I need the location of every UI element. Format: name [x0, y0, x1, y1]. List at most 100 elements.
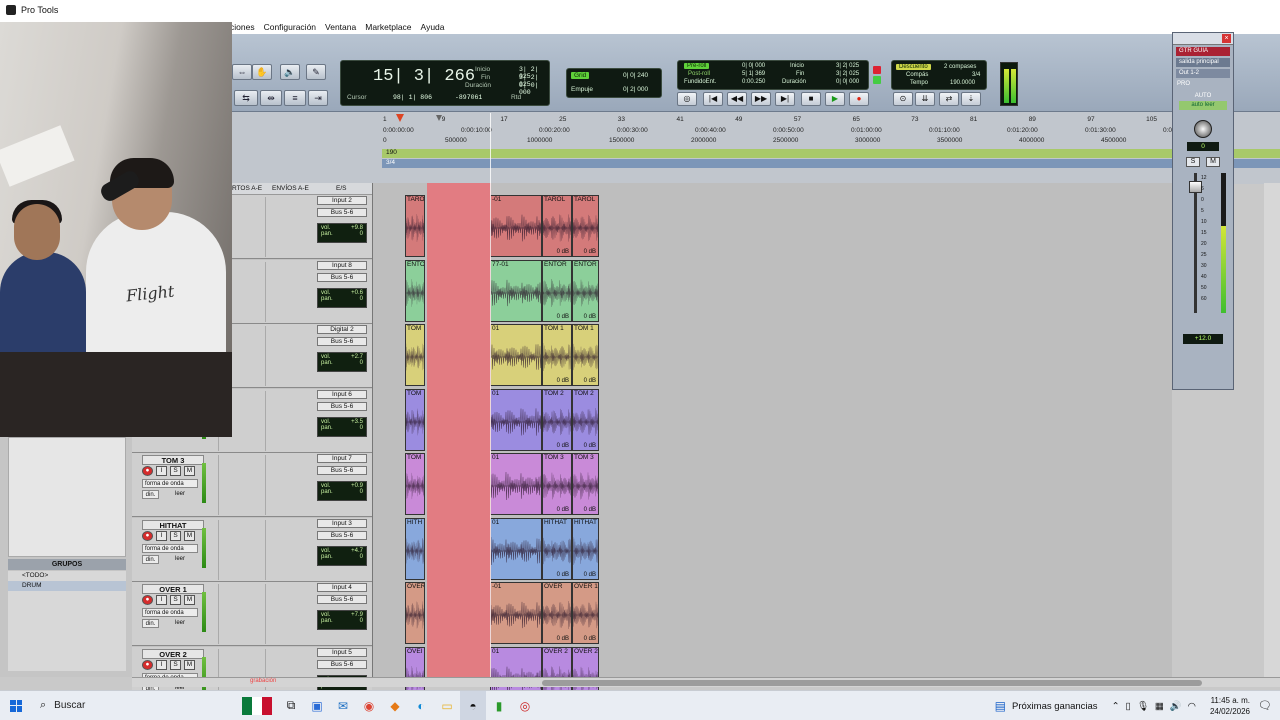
track-playlist[interactable]: HITH 01 HITHAT 0 dB HITHAT 0 dB: [405, 517, 599, 580]
bars-ruler[interactable]: 1 9 17 25 33 41 49 57 65 73 81 89 97 105: [232, 116, 1280, 125]
tempo-ruler[interactable]: 190: [382, 149, 1280, 158]
input-monitor-button[interactable]: I: [156, 466, 167, 476]
input-select[interactable]: Input 8: [317, 260, 367, 270]
strip-auto-mode[interactable]: auto leer: [1179, 101, 1227, 110]
samples-ruler[interactable]: 0 500000 1000000 1500000 2000000 2500000 30000…: [232, 137, 1280, 146]
edge-icon[interactable]: ◐: [408, 691, 434, 720]
audio-clip[interactable]: HITH: [405, 517, 425, 580]
clip-gain[interactable]: 0 dB: [584, 636, 596, 642]
menu-operaciones[interactable]: ciones: [230, 22, 255, 32]
task-view-icon[interactable]: ⧉: [278, 691, 304, 720]
clip-gain[interactable]: 0 dB: [584, 443, 596, 449]
solo-button[interactable]: S: [170, 466, 181, 476]
track-playlist[interactable]: TARO -01 TAROL 0 dB TAROL 0 dB: [405, 195, 599, 257]
audio-clip[interactable]: HITHAT 0 dB: [572, 517, 599, 580]
audio-clip[interactable]: TARO: [405, 195, 425, 257]
track-playlist[interactable]: ENTO 77-01 ENTOR 0 dB ENTOR 0 dB: [405, 259, 599, 322]
clip-gain[interactable]: 0 dB: [557, 314, 569, 320]
track-header[interactable]: TOM 3 ● I S Mforma de onda din. leer Input 7 Bus…: [132, 453, 372, 517]
clip-gain[interactable]: 0 dB: [584, 507, 596, 513]
input-select[interactable]: Input 3: [317, 518, 367, 528]
strip-solo-button[interactable]: S: [1186, 157, 1200, 167]
pan-value[interactable]: 0: [360, 618, 363, 624]
mic-tray-icon[interactable]: 🎙: [1137, 701, 1149, 712]
grid-mode-icon[interactable]: ⇆: [234, 90, 258, 106]
inserts-slots[interactable]: [218, 519, 264, 580]
output-select[interactable]: Bus 5-6: [317, 595, 367, 604]
sends-slots[interactable]: [265, 455, 311, 515]
vol-pan-display[interactable]: vol. +3.5 pan. 0: [317, 416, 367, 437]
audio-clip[interactable]: 01: [490, 388, 542, 451]
track-name[interactable]: OVER 2: [142, 648, 204, 659]
timeline-rulers[interactable]: 1 9 17 25 33 41 49 57 65 73 81 89 97 105 0:00:00:00 0:…: [232, 112, 1280, 184]
track-header[interactable]: OVER 1 ● I S Mforma de onda din. leer Input 4 Bu…: [132, 582, 372, 646]
audio-clip[interactable]: OVER 0 dB: [542, 582, 572, 644]
output-select[interactable]: Bus 5-6: [317, 337, 367, 346]
audio-clip[interactable]: ENTO: [405, 259, 425, 322]
track-view-select[interactable]: forma de onda: [142, 608, 198, 617]
input-monitor-button[interactable]: I: [156, 595, 167, 605]
preroll-panel[interactable]: Pre-roll 0| 0| 000 Post-roll 5| 1| 369 F…: [677, 60, 869, 90]
audio-clip[interactable]: TOM: [405, 324, 425, 386]
rewind-icon[interactable]: ◀◀: [727, 92, 747, 106]
record-icon[interactable]: ●: [849, 92, 869, 106]
battery-icon[interactable]: ▯: [1126, 701, 1131, 712]
input-monitor-button[interactable]: I: [156, 530, 167, 541]
audio-clip[interactable]: TOM: [405, 388, 425, 451]
hand-tool-icon[interactable]: ✋: [252, 64, 272, 80]
audio-clip[interactable]: TAROL 0 dB: [542, 195, 572, 257]
wifi-icon[interactable]: ◠: [1188, 701, 1196, 712]
list-mode-icon[interactable]: ≡: [284, 90, 306, 106]
groups-list[interactable]: <TODO> DRUM: [8, 571, 126, 671]
vol-pan-display[interactable]: vol. +2.7 pan. 0: [317, 352, 367, 372]
strip-output[interactable]: salida principal: [1176, 58, 1230, 67]
menu-ayuda[interactable]: Ayuda: [421, 22, 445, 32]
clip-gain[interactable]: 0 dB: [557, 507, 569, 513]
menu-configuracion[interactable]: Configuración: [264, 22, 316, 32]
track-playlist[interactable]: TOM 01 TOM 3 0 dB TOM 3 0 dB: [405, 453, 599, 515]
conductor-icon[interactable]: ⇣: [961, 92, 981, 106]
clip-gain[interactable]: 0 dB: [557, 443, 569, 449]
output-select[interactable]: Bus 5-6: [317, 466, 367, 475]
input-select[interactable]: Digital 2: [317, 325, 367, 334]
pan-value[interactable]: 0: [360, 425, 363, 431]
record-enable-button[interactable]: ●: [142, 659, 153, 670]
mute-button[interactable]: M: [184, 595, 195, 605]
input-select[interactable]: Input 6: [317, 389, 367, 399]
close-icon[interactable]: ×: [1222, 34, 1231, 43]
vertical-scrollbar[interactable]: [1264, 183, 1280, 677]
main-counter[interactable]: 15| 3| 266 Cursor 98| 1| 806 -897061 Rtd…: [340, 60, 550, 106]
audio-clip[interactable]: 01: [490, 517, 542, 580]
strip-pan-value[interactable]: 0: [1187, 142, 1219, 151]
audio-clip[interactable]: TOM 2 0 dB: [542, 388, 572, 451]
input-select[interactable]: Input 7: [317, 454, 367, 463]
audio-clip[interactable]: TOM: [405, 453, 425, 515]
record-enable-button[interactable]: ●: [142, 595, 153, 605]
record-enable-button[interactable]: ●: [142, 530, 153, 541]
pan-knob-icon[interactable]: [1194, 120, 1212, 138]
chevron-up-icon[interactable]: ⌃: [1112, 701, 1120, 712]
inserts-slots[interactable]: [218, 584, 264, 644]
edit-playlist-area[interactable]: TARO -01 TAROL 0 dB TAROL 0 dB ENTO 77-01 ENTOR 0…: [372, 113, 1172, 709]
online-icon[interactable]: ◎: [677, 92, 697, 106]
audio-clip[interactable]: TOM 1 0 dB: [572, 324, 599, 386]
sends-slots[interactable]: [265, 390, 311, 451]
audio-clip[interactable]: TOM 3 0 dB: [572, 453, 599, 515]
automation-mode[interactable]: leer: [162, 555, 198, 564]
audio-clip[interactable]: 77-01: [490, 259, 542, 322]
metronome-icon[interactable]: ⇄: [939, 92, 959, 106]
scrollbar-thumb[interactable]: [542, 680, 1202, 686]
audio-clip[interactable]: OVER 1 0 dB: [572, 582, 599, 644]
vol-pan-display[interactable]: vol. +0.9 pan. 0: [317, 481, 367, 501]
minsecs-ruler[interactable]: 0:00:00:00 0:00:10:00 0:00:20:00 0:00:30:00…: [232, 127, 1280, 136]
solo-button[interactable]: S: [170, 530, 181, 541]
stop-icon[interactable]: ■: [801, 92, 821, 106]
go-to-end-icon[interactable]: ▶|: [775, 92, 795, 106]
vol-pan-display[interactable]: vol. +7.9 pan. 0: [317, 610, 367, 630]
automation-toggle[interactable]: din.: [142, 490, 159, 499]
clock[interactable]: 11:45 a. m. 24/02/2026: [1210, 695, 1250, 717]
mexico-flag-icon[interactable]: [242, 696, 272, 715]
pan-value[interactable]: 0: [360, 296, 363, 302]
network-icon[interactable]: ▦: [1155, 701, 1164, 712]
track-playlist[interactable]: TOM 01 TOM 2 0 dB TOM 2 0 dB: [405, 388, 599, 451]
